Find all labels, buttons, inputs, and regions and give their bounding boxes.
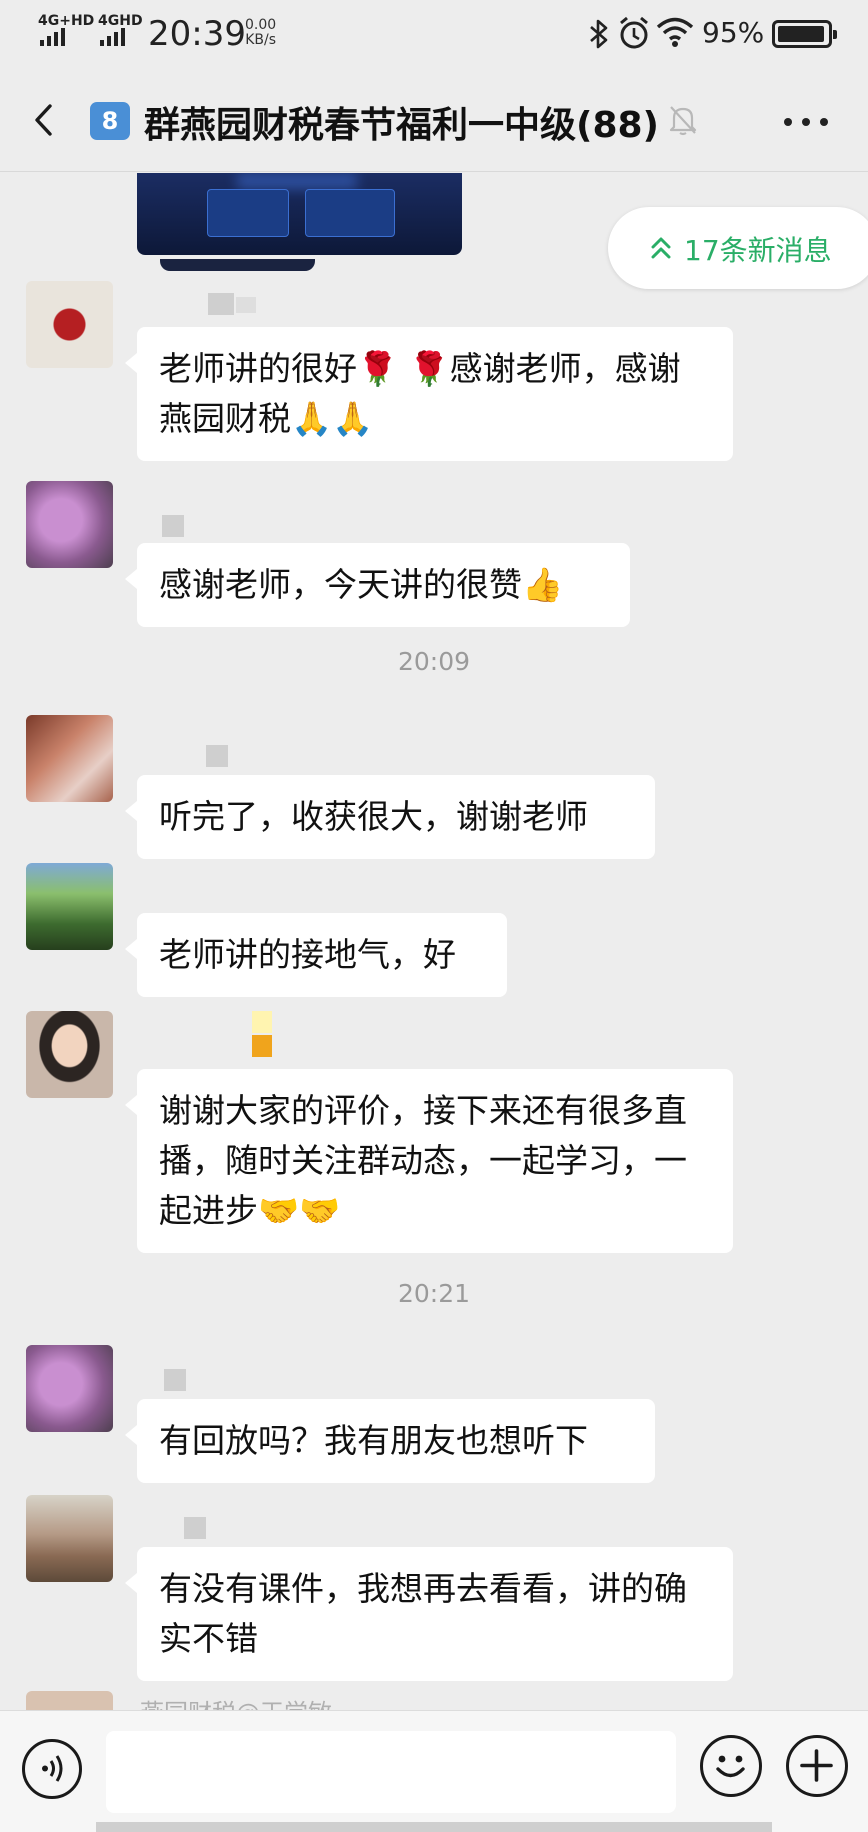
message-text: 有回放吗？我有朋友也想听下 [159,1421,588,1460]
image-tile [305,189,395,237]
avatar[interactable] [26,481,113,568]
status-time: 20:39 [148,14,246,54]
wifi-icon [656,17,694,47]
signal-bars-2-icon [100,28,125,46]
message-text: 老师讲的接地气，好 [159,935,456,974]
avatar[interactable] [26,863,113,950]
bell-off-icon [669,106,697,136]
message-bubble[interactable]: 听完了，收获很大，谢谢老师 [125,775,655,859]
input-bar [0,1710,868,1832]
net-speed: 0.00 KB/s [245,18,276,48]
image-shadow [160,259,315,271]
message-text: 老师讲的很好🌹 🌹感谢老师，感谢燕园财税🙏🙏 [159,349,681,438]
group-badge: 8 [90,102,130,140]
net-speed-unit: KB/s [245,32,276,48]
battery-icon [772,20,837,48]
image-tile [207,189,289,237]
more-dots-icon[interactable] [784,118,828,126]
avatar[interactable] [26,1011,113,1098]
message-bubble[interactable]: 有回放吗？我有朋友也想听下 [125,1399,655,1483]
group-title[interactable]: 群燕园财税春节福利一中级(88) [144,96,659,148]
chevron-left-icon[interactable] [26,100,66,140]
message-bubble[interactable]: 老师讲的很好🌹 🌹感谢老师，感谢燕园财税🙏🙏 [125,327,733,461]
message-text: 听完了，收获很大，谢谢老师 [159,797,588,836]
add-button[interactable] [786,1735,848,1797]
voice-icon [42,1755,63,1782]
double-chevron-up-icon [651,237,671,259]
message-input[interactable] [106,1731,676,1813]
message-text: 谢谢大家的评价，接下来还有很多直播，随时关注群动态，一起学习，一起进步🤝🤝 [159,1091,687,1230]
new-messages-count: 17条新消息 [684,234,832,267]
smiley-icon [716,1755,745,1778]
voice-button[interactable] [22,1739,82,1799]
chat-header: 8 群燕园财税春节福利一中级(88) [0,68,868,172]
message-text: 感谢老师，今天讲的很赞👍 [159,565,564,604]
battery-level-fill [778,26,824,42]
keyboard-edge [96,1822,772,1832]
plus-icon [800,1749,833,1782]
shared-image-message[interactable] [137,173,462,255]
battery-percent: 95% [702,16,765,49]
message-bubble[interactable]: 老师讲的接地气，好 [125,913,507,997]
avatar[interactable] [26,1345,113,1432]
bluetooth-icon [590,19,608,49]
message-bubble[interactable]: 有没有课件，我想再去看看，讲的确实不错 [125,1547,733,1681]
partial-mention: @王学敏 [236,1699,332,1710]
message-text: 有没有课件，我想再去看看，讲的确实不错 [159,1569,687,1658]
status-bar: 4G+HD 4GHD 20:39 0.00 KB/s 95% [0,0,868,68]
net-speed-value: 0.00 [245,17,277,33]
partial-sender-line: 燕园财税@王学敏 [140,1693,332,1710]
image-glow [237,173,357,189]
emoji-button[interactable] [700,1735,762,1797]
signal-bars-1-icon [40,28,65,46]
message-bubble[interactable]: 感谢老师，今天讲的很赞👍 [125,543,630,627]
avatar[interactable] [26,1495,113,1582]
timestamp: 20:09 [397,647,471,676]
alarm-icon [620,16,648,49]
avatar[interactable] [26,1691,113,1710]
avatar[interactable] [26,281,113,368]
chat-area[interactable]: 17条新消息 老师讲的很好🌹 🌹感谢老师，感谢燕园财税🙏🙏 感谢老师，今天讲的很… [0,173,868,1710]
message-bubble[interactable]: 谢谢大家的评价，接下来还有很多直播，随时关注群动态，一起学习，一起进步🤝🤝 [125,1069,733,1253]
timestamp: 20:21 [397,1279,471,1308]
partial-sender-name: 燕园财税 [140,1699,236,1710]
avatar[interactable] [26,715,113,802]
new-messages-pill[interactable]: 17条新消息 [608,207,868,289]
signal-label-2: 4GHD [98,13,143,29]
signal-label-1: 4G+HD [38,13,95,29]
